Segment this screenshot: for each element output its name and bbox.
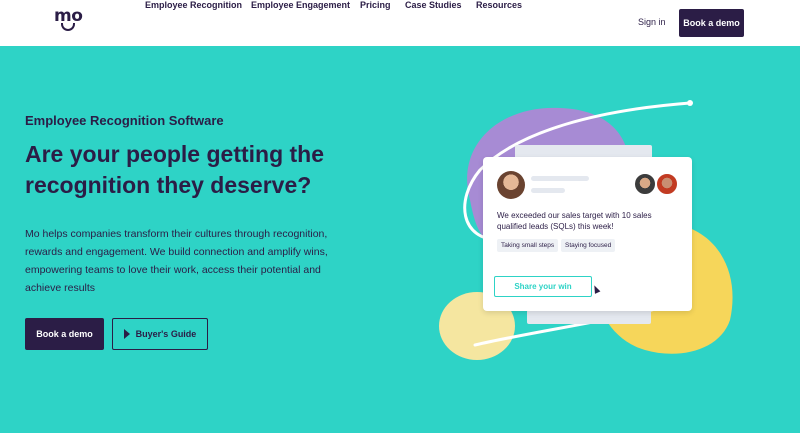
placeholder-bar: [531, 188, 565, 193]
recipient-avatar: [634, 173, 656, 195]
swoosh-dot: [687, 100, 693, 106]
placeholder-bar: [531, 176, 589, 181]
tag-chip: Staying focused: [561, 239, 616, 252]
tag-chip: Taking small steps: [497, 239, 559, 252]
share-your-win-button: Share your win: [494, 276, 592, 297]
recipient-avatar: [656, 173, 678, 195]
sender-avatar: [497, 171, 525, 199]
recognition-message: We exceeded our sales target with 10 sal…: [497, 211, 652, 231]
background-card-bottom: [527, 310, 651, 324]
